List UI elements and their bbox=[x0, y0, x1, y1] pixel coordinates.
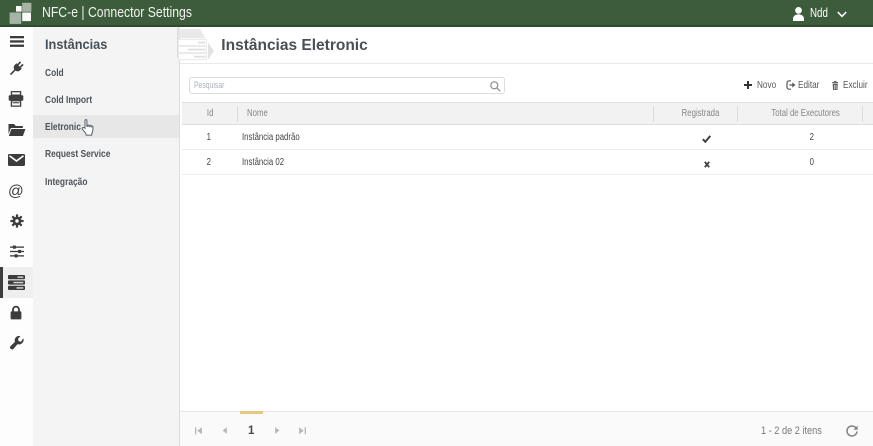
svg-text:@: @ bbox=[8, 183, 24, 199]
